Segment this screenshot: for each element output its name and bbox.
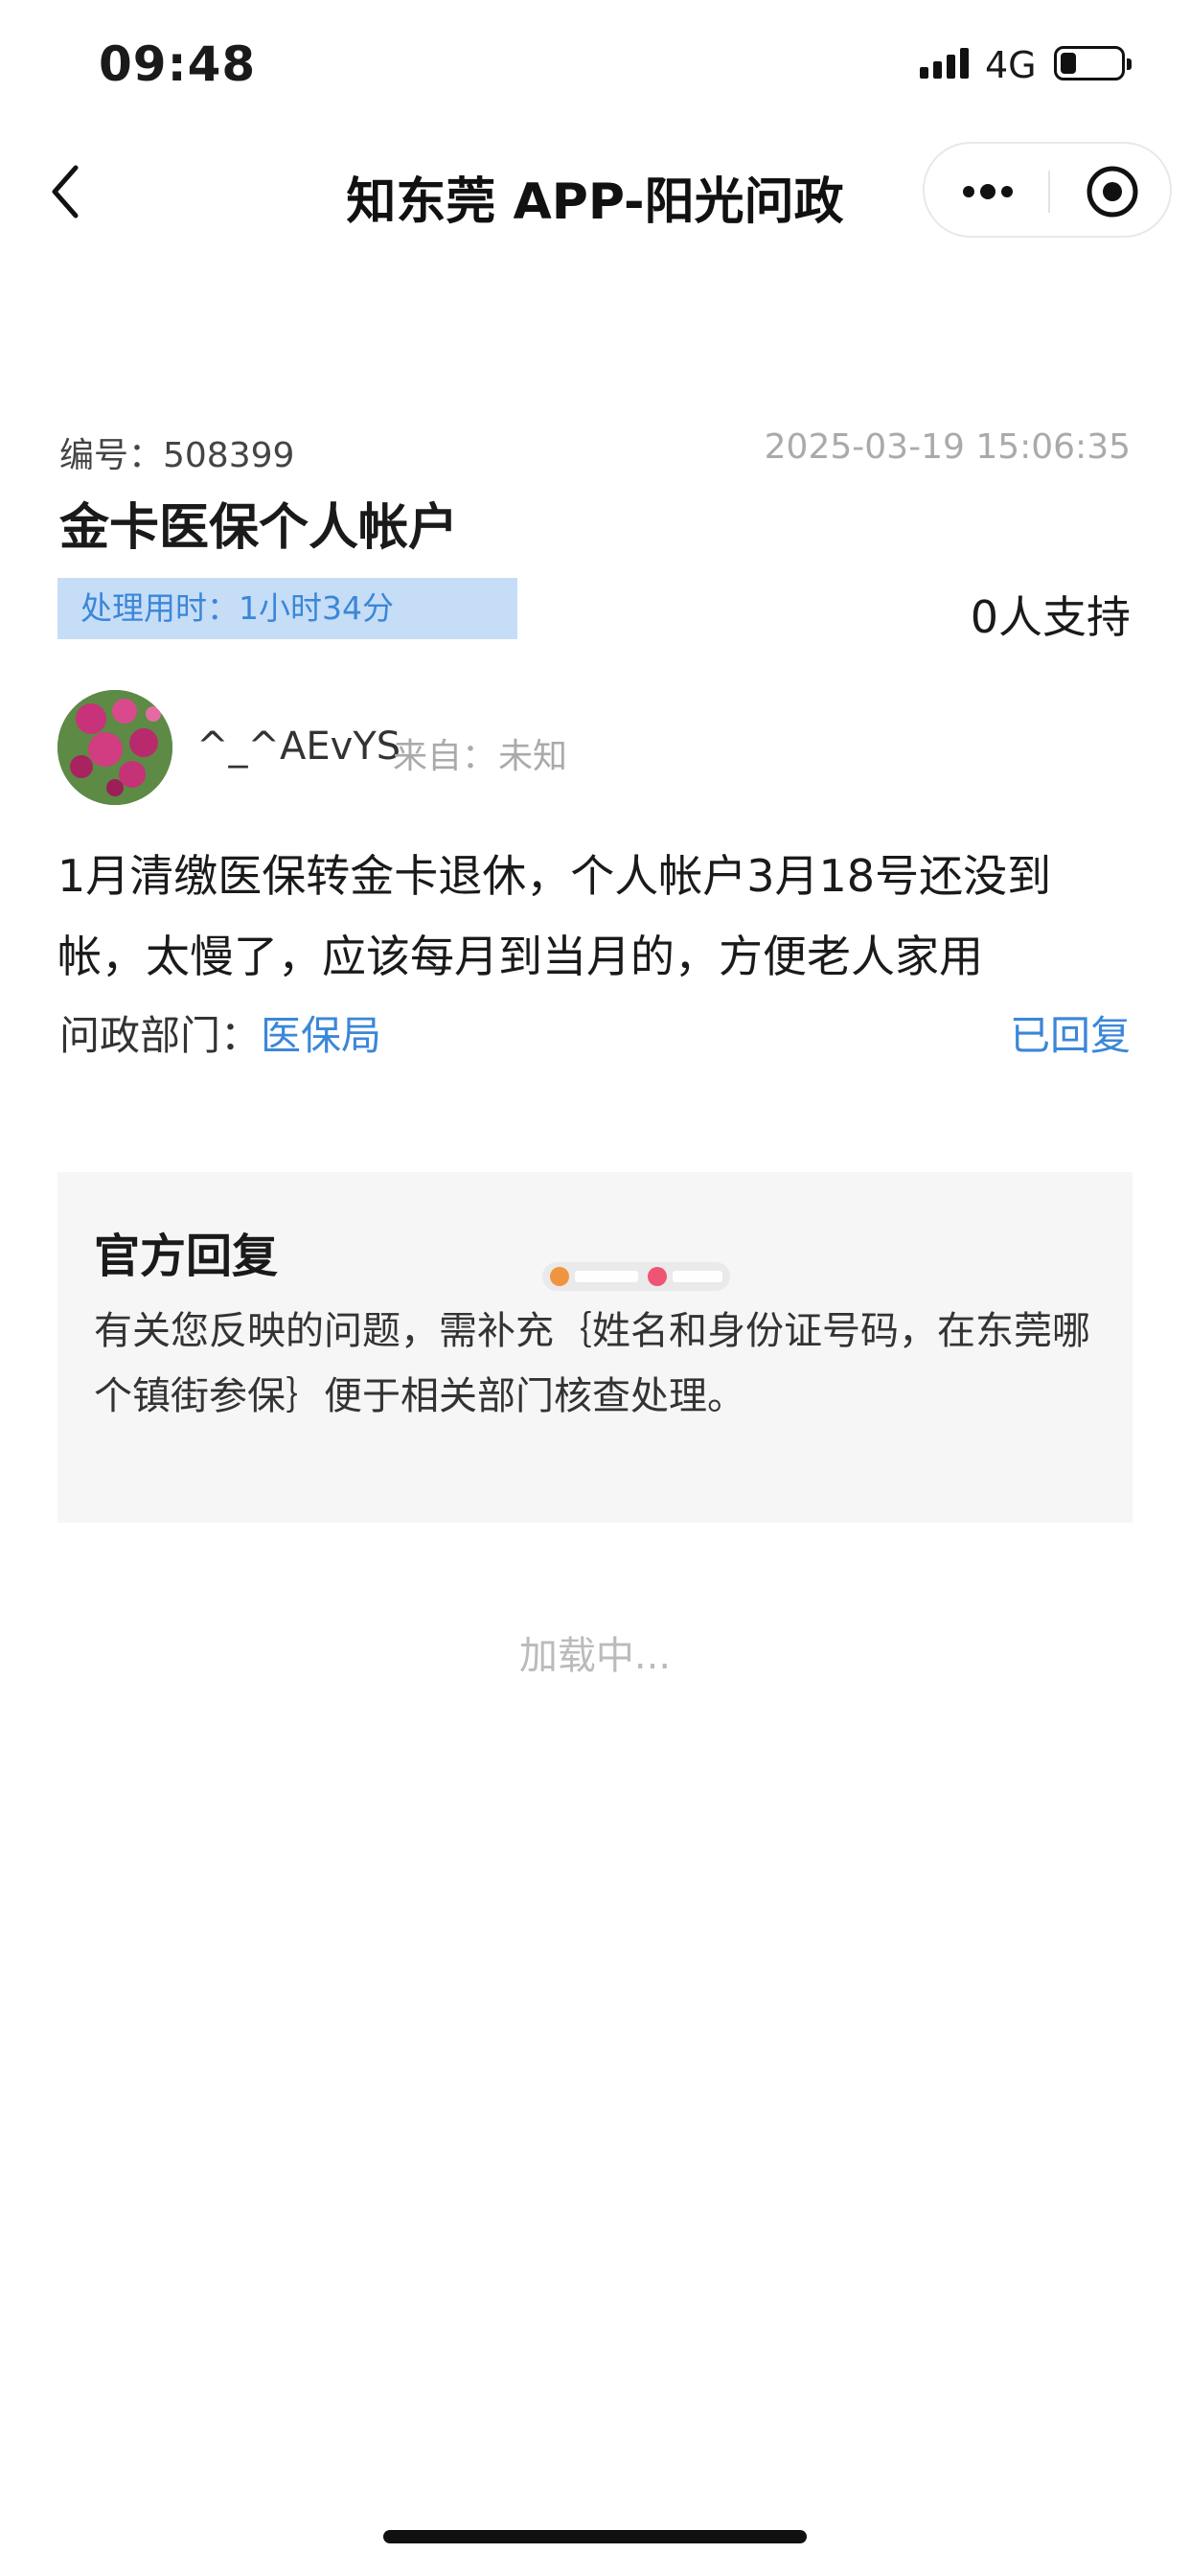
- battery-icon: [1054, 46, 1132, 80]
- reply-status: 已回复: [1009, 1012, 1131, 1059]
- username: ^_^AEvYS: [196, 724, 401, 769]
- capsule-divider: [1048, 171, 1050, 213]
- network-label: 4G: [985, 44, 1037, 86]
- post-datetime: 2025-03-19 15:06:35: [764, 427, 1131, 467]
- official-reply-text: 有关您反映的问题，需补充｛姓名和身份证号码，在东莞哪个镇街参保｝便于相关部门核查…: [94, 1309, 1090, 1418]
- processing-time-badge: 处理用时：1小时34分: [57, 578, 517, 639]
- target-circle-icon[interactable]: [1084, 163, 1141, 220]
- official-reply-card: 官方回复 有关您反映的问题，需补充｛姓名和身份证号码，在东莞哪个镇街参保｝便于相…: [57, 1172, 1133, 1523]
- home-indicator[interactable]: [383, 2530, 807, 2543]
- department-link[interactable]: 医保局: [261, 1003, 381, 1062]
- post-title: 金卡医保个人帐户: [59, 499, 459, 557]
- more-dots-icon[interactable]: [959, 178, 1017, 205]
- watermark-logo: [542, 1262, 730, 1291]
- post-number: 编号：508399: [59, 436, 295, 475]
- department-label: 问政部门：: [59, 1012, 262, 1059]
- mini-program-capsule: [923, 142, 1172, 238]
- from-value: 未知: [498, 737, 568, 776]
- signal-icon: [920, 46, 970, 79]
- status-time: 09:48: [99, 36, 257, 92]
- post-content: 1月清缴医保转金卡退休，个人帐户3月18号还没到帐，太慢了，应该每月到当月的，方…: [57, 850, 1052, 982]
- avatar[interactable]: [57, 690, 172, 805]
- from-label: 来自：: [393, 737, 497, 776]
- official-reply-title: 官方回复: [94, 1230, 279, 1283]
- support-count[interactable]: 0人支持: [971, 583, 1131, 646]
- loading-indicator: 加载中...: [518, 1634, 672, 1678]
